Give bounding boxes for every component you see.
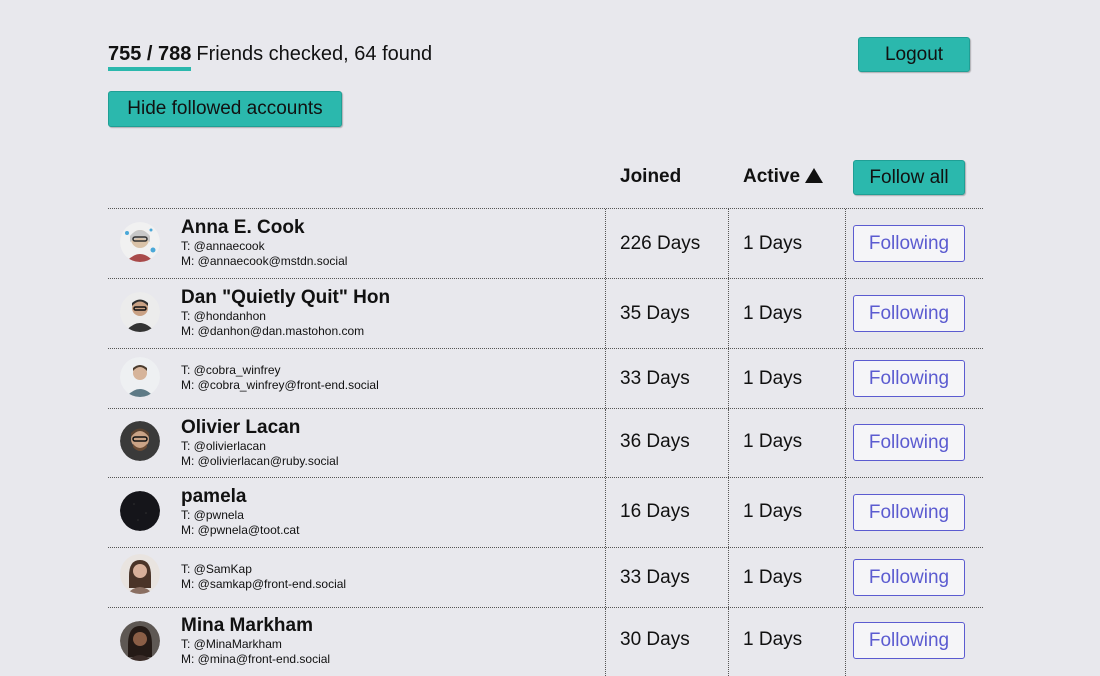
table-row: Anna E. Cook T: @annaecook M: @annaecook… <box>108 209 983 279</box>
active-days: 1 Days <box>743 501 803 522</box>
following-button[interactable]: Following <box>853 360 965 397</box>
avatar[interactable] <box>120 554 160 594</box>
active-days: 1 Days <box>743 303 803 324</box>
twitter-handle: T: @pwnela <box>181 508 244 522</box>
following-button[interactable]: Following <box>853 622 965 659</box>
joined-days: 30 Days <box>620 629 690 650</box>
avatar[interactable] <box>120 421 160 461</box>
account-identity: Mina Markham T: @MinaMarkham M: @mina@fr… <box>181 615 330 667</box>
friends-table: Anna E. Cook T: @annaecook M: @annaecook… <box>108 208 983 676</box>
account-identity: Anna E. Cook T: @annaecook M: @annaecook… <box>181 217 347 269</box>
display-name: pamela <box>181 486 247 507</box>
twitter-handle: T: @olivierlacan <box>181 439 266 453</box>
twitter-handle: T: @annaecook <box>181 239 265 253</box>
avatar[interactable] <box>120 621 160 661</box>
avatar[interactable] <box>120 292 160 332</box>
table-row: T: @cobra_winfrey M: @cobra_winfrey@fron… <box>108 349 983 409</box>
twitter-handle: T: @MinaMarkham <box>181 637 282 651</box>
joined-days: 33 Days <box>620 567 690 588</box>
following-button[interactable]: Following <box>853 494 965 531</box>
mastodon-handle[interactable]: M: @olivierlacan@ruby.social <box>181 454 339 469</box>
following-button[interactable]: Following <box>853 295 965 332</box>
account-identity: T: @cobra_winfrey M: @cobra_winfrey@fron… <box>181 363 379 393</box>
display-name: Anna E. Cook <box>181 217 305 238</box>
avatar[interactable] <box>120 357 160 397</box>
progress-text: Friends checked, 64 found <box>196 43 433 65</box>
account-identity: pamela T: @pwnela M: @pwnela@toot.cat <box>181 486 299 538</box>
avatar[interactable] <box>120 222 160 262</box>
active-days: 1 Days <box>743 629 803 650</box>
account-identity: T: @SamKap M: @samkap@front-end.social <box>181 562 346 592</box>
mastodon-handle[interactable]: M: @samkap@front-end.social <box>181 577 346 592</box>
following-button[interactable]: Following <box>853 225 965 262</box>
joined-days: 33 Days <box>620 368 690 389</box>
following-button[interactable]: Following <box>853 424 965 461</box>
mastodon-handle[interactable]: M: @annaecook@mstdn.social <box>181 254 347 269</box>
logout-button[interactable]: Logout <box>858 37 970 72</box>
twitter-handle: T: @hondanhon <box>181 309 266 323</box>
following-button[interactable]: Following <box>853 559 965 596</box>
active-days: 1 Days <box>743 431 803 452</box>
active-days: 1 Days <box>743 368 803 389</box>
table-row: T: @SamKap M: @samkap@front-end.social 3… <box>108 548 983 608</box>
mastodon-handle[interactable]: M: @pwnela@toot.cat <box>181 523 299 538</box>
table-row: Dan "Quietly Quit" Hon T: @hondanhon M: … <box>108 279 983 349</box>
column-header-joined-label: Joined <box>620 166 682 187</box>
joined-days: 36 Days <box>620 431 690 452</box>
active-days: 1 Days <box>743 567 803 588</box>
joined-days: 35 Days <box>620 303 690 324</box>
display-name: Dan "Quietly Quit" Hon <box>181 287 391 308</box>
column-header-active-label: Active <box>743 166 801 187</box>
joined-days: 16 Days <box>620 501 690 522</box>
display-name: Mina Markham <box>181 615 313 636</box>
column-header-active[interactable]: Active <box>743 166 824 188</box>
display-name: Olivier Lacan <box>181 417 301 438</box>
active-days: 1 Days <box>743 233 803 254</box>
avatar[interactable] <box>120 491 160 531</box>
column-header-joined[interactable]: Joined <box>620 166 681 188</box>
progress-count: 755 / 788 <box>108 43 192 71</box>
table-row: Mina Markham T: @MinaMarkham M: @mina@fr… <box>108 608 983 676</box>
joined-days: 226 Days <box>620 233 701 254</box>
hide-followed-button[interactable]: Hide followed accounts <box>108 91 342 127</box>
mastodon-handle[interactable]: M: @danhon@dan.mastohon.com <box>181 324 390 339</box>
table-row: pamela T: @pwnela M: @pwnela@toot.cat 16… <box>108 478 983 548</box>
progress-status: 755 / 788 Friends checked, 64 found <box>108 42 433 71</box>
account-identity: Olivier Lacan T: @olivierlacan M: @olivi… <box>181 417 339 469</box>
follow-all-button[interactable]: Follow all <box>853 160 965 195</box>
account-identity: Dan "Quietly Quit" Hon T: @hondanhon M: … <box>181 287 390 339</box>
sort-ascending-icon[interactable] <box>805 168 824 183</box>
mastodon-handle[interactable]: M: @cobra_winfrey@front-end.social <box>181 378 379 393</box>
mastodon-handle[interactable]: M: @mina@front-end.social <box>181 652 330 667</box>
table-row: Olivier Lacan T: @olivierlacan M: @olivi… <box>108 409 983 478</box>
twitter-handle: T: @cobra_winfrey <box>181 363 281 377</box>
twitter-handle: T: @SamKap <box>181 562 252 576</box>
